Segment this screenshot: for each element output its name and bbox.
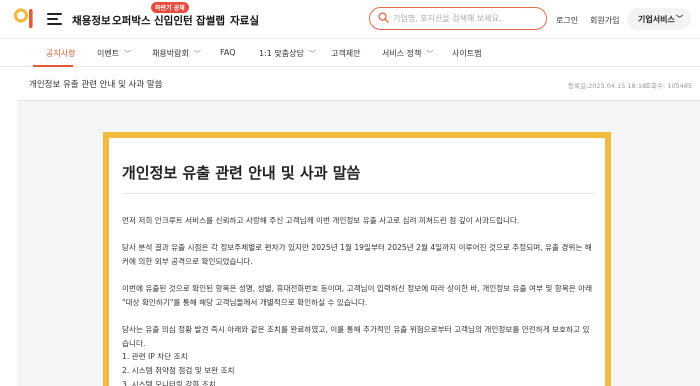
post-title: 개인정보 유출 관련 안내 및 사과 말씀 [29, 80, 163, 90]
chevron-down-icon: ﹀ [426, 50, 434, 58]
tab-sitemap[interactable]: 사이트맵 [452, 48, 481, 59]
list-item: 2. 시스템 취약점 점검 및 보완 조치 [122, 366, 235, 375]
search-input[interactable] [393, 10, 541, 26]
divider [122, 193, 594, 194]
chevron-down-icon: ﹀ [124, 50, 132, 58]
corp-service-label: 기업서비스 [638, 15, 675, 24]
tab-faq[interactable]: FAQ [220, 48, 236, 57]
search-icon[interactable] [378, 12, 389, 23]
paragraph-apology: 먼저 저희 인크루트 서비스를 신뢰하고 사랑해 주신 고객님께 이번 개인정보… [122, 216, 520, 225]
nav-badge: 하반기 공채 [151, 2, 189, 13]
chevron-down-icon: ﹀ [308, 50, 316, 58]
tab-event[interactable]: 이벤트 ﹀ [97, 48, 131, 59]
notice-frame: 개인정보 유출 관련 안내 및 사과 말씀 먼저 저희 인크루트 서비스를 신뢰… [103, 132, 611, 386]
paragraph-actions: 당사는 유출 의심 정황 발견 즉시 아래와 같은 조치를 완료하였고, 이를 … [122, 325, 590, 348]
sub-nav: 공지사항 이벤트 ﹀ 채용박람회 ﹀ FAQ 1:1 맞춤상담 ﹀ 고객제안 서비스 … [0, 38, 700, 67]
tab-service-policy[interactable]: 서비스 정책 ﹀ [382, 48, 433, 59]
tab-job-fair[interactable]: 채용박람회 ﹀ [152, 48, 201, 59]
logo-icon [13, 8, 33, 28]
site-header: 채용정보 오퍼박스 하반기 공채 신입인턴 잡썰랩 자료실 로그인 회원가입 기… [0, 0, 700, 38]
paragraph-incident-period: 당사 분석 결과 유출 시점은 각 정보주체별로 편차가 있지만 2025년 1… [122, 243, 592, 266]
tab-notice[interactable]: 공지사항 [46, 48, 75, 59]
nav-item-lab[interactable]: 잡썰랩 [196, 13, 225, 28]
list-item: 3. 시스템 모니터링 강화 조치 [122, 380, 216, 386]
paragraph-leaked-items: 이번에 유출된 것으로 확인된 항목은 성명, 성별, 휴대전화번호 등이며, … [122, 284, 593, 307]
post-header: 개인정보 유출 관련 안내 및 사과 말씀 등록일:2025.04.15 18:… [17, 67, 700, 101]
chevron-down-icon: ﹀ [676, 15, 683, 23]
chevron-down-icon: ﹀ [193, 50, 201, 58]
post-views: 조회수: 105485 [645, 82, 693, 90]
search-box [369, 7, 547, 30]
logo[interactable] [13, 7, 36, 31]
tab-suggestion[interactable]: 고객제안 [331, 48, 360, 59]
menu-icon[interactable] [47, 13, 62, 25]
signup-link[interactable]: 회원가입 [590, 15, 619, 26]
nav-item-entry-intern[interactable]: 하반기 공채 신입인턴 [151, 2, 193, 28]
nav-item-jobs[interactable]: 채용정보 [72, 13, 111, 28]
corp-service-button[interactable]: 기업서비스 ﹀ [627, 8, 691, 30]
nav-item-resources[interactable]: 자료실 [230, 13, 259, 28]
login-link[interactable]: 로그인 [556, 15, 578, 26]
nav-item-offerbox[interactable]: 오퍼박스 [112, 13, 151, 28]
list-item: 1. 관련 IP 차단 조치 [122, 352, 188, 361]
tab-consulting[interactable]: 1:1 맞춤상담 ﹀ [259, 48, 316, 59]
post-date: 등록일:2025.04.15 18:18 [568, 82, 647, 90]
notice-heading: 개인정보 유출 관련 안내 및 사과 말씀 [122, 164, 361, 182]
